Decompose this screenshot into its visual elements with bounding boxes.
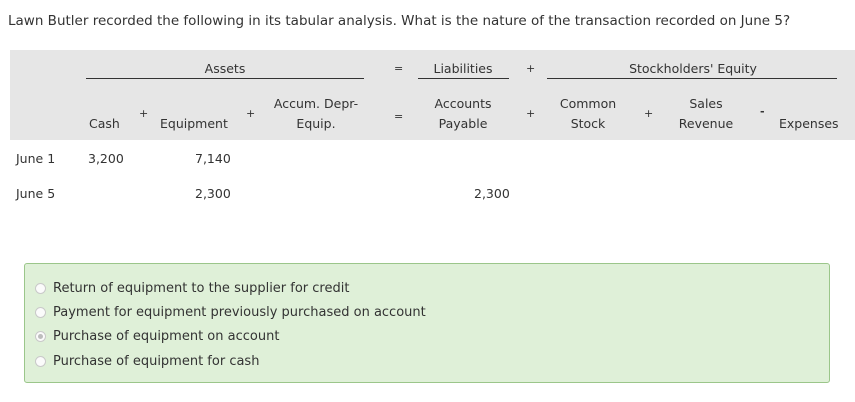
option-purchase-for-cash[interactable]: Purchase of equipment for cash: [35, 351, 259, 371]
assets-header: Assets: [204, 61, 246, 76]
option-payment-for-equipment[interactable]: Payment for equipment previously purchas…: [35, 302, 426, 322]
accounts-payable-header-line2: Payable: [438, 116, 488, 131]
accum-depr-header-line2: Equip.: [296, 116, 336, 131]
cell-june-1-cash: 3,200: [88, 151, 124, 166]
cell-june-5-accounts-payable: 2,300: [474, 186, 510, 201]
minus-sign: -: [760, 105, 765, 118]
row-label-june-5: June 5: [16, 186, 56, 201]
cell-june-1-equipment: 7,140: [195, 151, 231, 166]
option-return-equipment[interactable]: Return of equipment to the supplier for …: [35, 278, 349, 298]
sales-revenue-header-line2: Revenue: [678, 116, 734, 131]
radio-button[interactable]: [35, 306, 46, 318]
answer-options-box: Return of equipment to the supplier for …: [24, 263, 830, 383]
radio-button[interactable]: [35, 355, 46, 367]
common-stock-header-line1: Common: [559, 96, 617, 111]
accum-depr-header-line1: Accum. Depr-: [273, 96, 359, 111]
radio-button-selected[interactable]: [35, 330, 46, 342]
option-purchase-on-account[interactable]: Purchase of equipment on account: [35, 326, 279, 346]
plus-sign-equipment: +: [246, 107, 256, 120]
option-label: Return of equipment to the supplier for …: [53, 280, 350, 296]
plus-sign-top: +: [526, 62, 536, 75]
radio-button[interactable]: [35, 282, 46, 294]
sales-revenue-header-line1: Sales: [689, 96, 723, 111]
assets-underline: [86, 78, 364, 79]
cell-june-5-equipment: 2,300: [195, 186, 231, 201]
equity-underline: [547, 78, 837, 79]
equals-sign-columns: =: [394, 110, 404, 123]
equipment-column-header: Equipment: [160, 116, 228, 131]
common-stock-header-line2: Stock: [570, 116, 606, 131]
question-text: Lawn Butler recorded the following in it…: [8, 13, 791, 29]
row-label-june-1: June 1: [16, 151, 56, 166]
cash-column-header: Cash: [89, 116, 120, 131]
plus-sign-equity: +: [644, 107, 654, 120]
equity-header: Stockholders' Equity: [629, 61, 757, 76]
plus-sign-liabilities: +: [526, 107, 536, 120]
accounts-payable-header-line1: Accounts: [434, 96, 492, 111]
option-label: Purchase of equipment on account: [53, 328, 280, 344]
liabilities-header: Liabilities: [433, 61, 493, 76]
option-label: Payment for equipment previously purchas…: [53, 304, 426, 320]
option-label: Purchase of equipment for cash: [53, 353, 260, 369]
liabilities-underline: [418, 78, 509, 79]
expenses-column-header: Expenses: [779, 116, 839, 131]
equals-sign-top: =: [394, 62, 404, 75]
plus-sign-cash: +: [139, 107, 149, 120]
